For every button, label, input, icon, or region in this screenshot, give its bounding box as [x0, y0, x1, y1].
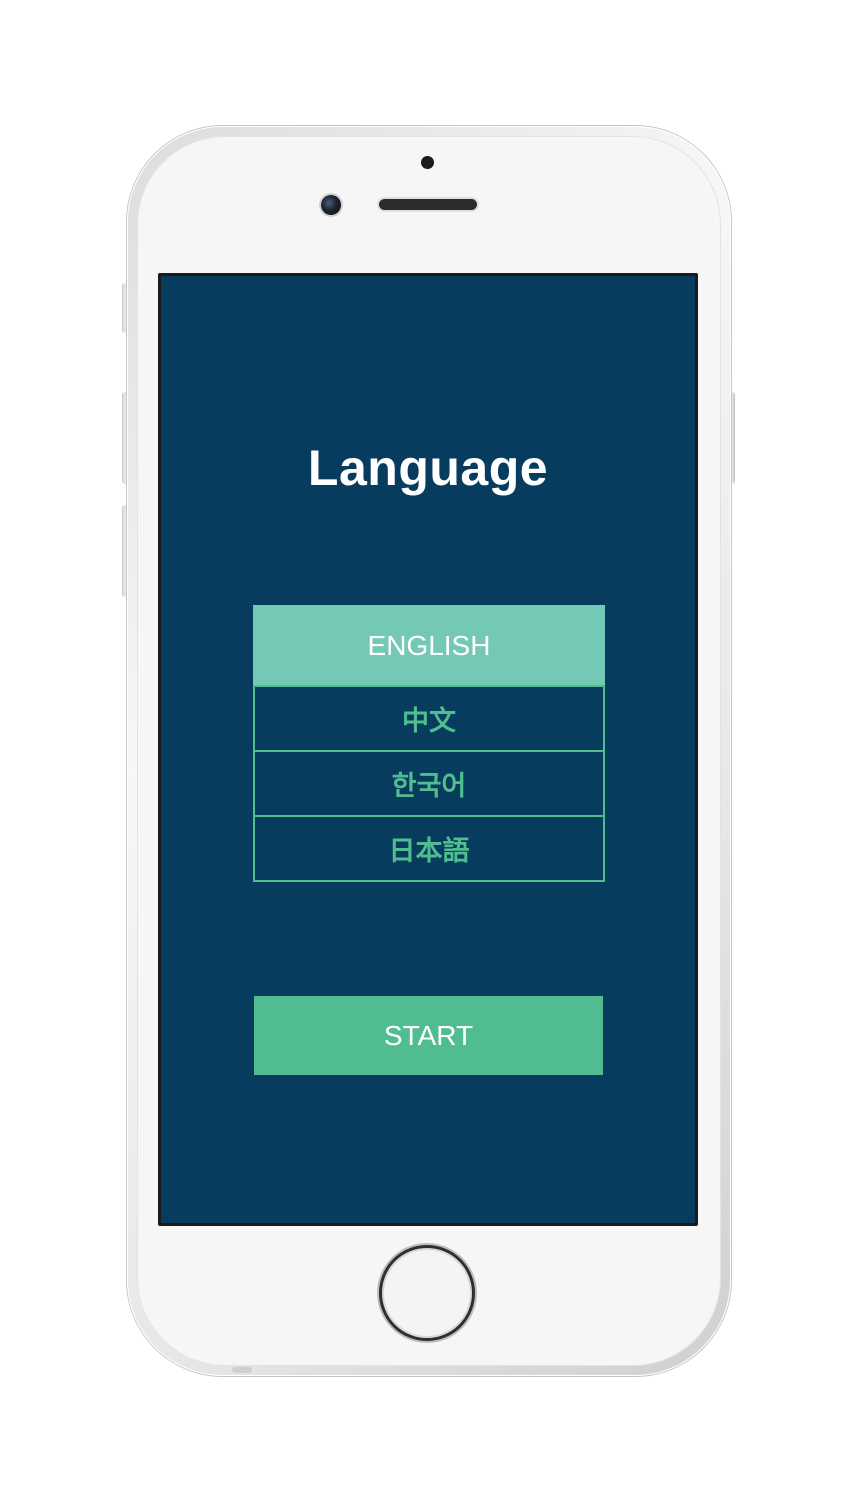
language-screen: Language ENGLISH 中文 한국어 日本語 START [161, 276, 695, 1223]
speaker-grille-icon [379, 199, 477, 210]
language-option-japanese[interactable]: 日本語 [253, 815, 605, 882]
language-option-english[interactable]: ENGLISH [253, 605, 605, 687]
page-title: Language [307, 440, 549, 496]
language-option-chinese[interactable]: 中文 [253, 685, 605, 752]
microphone-icon [232, 1367, 252, 1373]
start-button[interactable]: START [254, 996, 603, 1075]
home-button-icon[interactable] [379, 1245, 475, 1341]
device-mockup: Language ENGLISH 中文 한국어 日本語 START [0, 0, 856, 1500]
proximity-sensor-icon [421, 156, 434, 169]
front-camera-icon [321, 195, 341, 215]
language-option-korean[interactable]: 한국어 [253, 750, 605, 817]
language-list: ENGLISH 中文 한국어 日本語 [253, 605, 605, 882]
device-screen: Language ENGLISH 中文 한국어 日本語 START [158, 273, 698, 1226]
